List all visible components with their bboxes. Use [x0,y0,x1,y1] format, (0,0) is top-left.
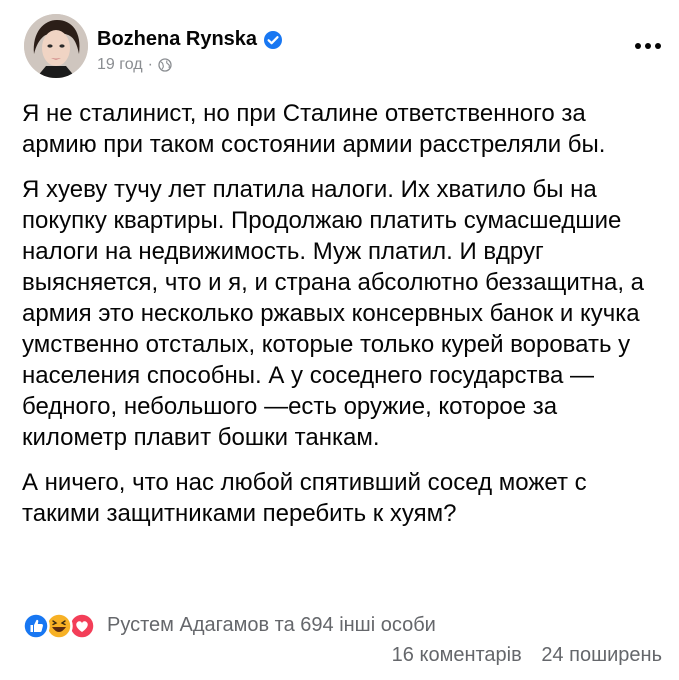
post-meta: 19 год · [97,56,172,74]
verified-badge-icon [263,30,283,50]
post-header: Bozhena Rynska 19 год · [24,14,664,84]
shares-count[interactable]: 24 поширень [541,644,662,666]
love-icon [68,612,96,640]
globe-icon[interactable] [158,58,172,72]
like-icon [22,612,50,640]
post-paragraph: А ничего, что нас любой спятивший сосед … [22,469,587,527]
engagement-counts: 16 коментарів 24 поширень [392,644,662,667]
haha-icon [45,612,73,640]
author-name-text[interactable]: Bozhena Rynska [97,28,257,51]
avatar[interactable] [24,14,88,78]
reaction-icons[interactable] [22,611,102,641]
post-paragraph: Я не сталинист, но при Сталине ответстве… [22,100,606,158]
meta-separator: · [147,56,153,73]
facebook-post: Bozhena Rynska 19 год · Я не сталинист, … [0,0,679,680]
more-options-icon[interactable] [632,36,664,56]
comments-count[interactable]: 16 коментарів [392,644,522,666]
post-time[interactable]: 19 год [97,56,143,74]
post-footer: Рустем Адагамов та 694 інші особи 16 ком… [22,608,662,672]
author-name[interactable]: Bozhena Rynska [97,28,283,51]
post-paragraph: Я хуеву тучу лет платила налоги. Их хват… [22,176,644,451]
reaction-people-text[interactable]: Рустем Адагамов та 694 інші особи [107,614,436,637]
post-body: Я не сталинист, но при Сталине ответстве… [22,98,662,543]
